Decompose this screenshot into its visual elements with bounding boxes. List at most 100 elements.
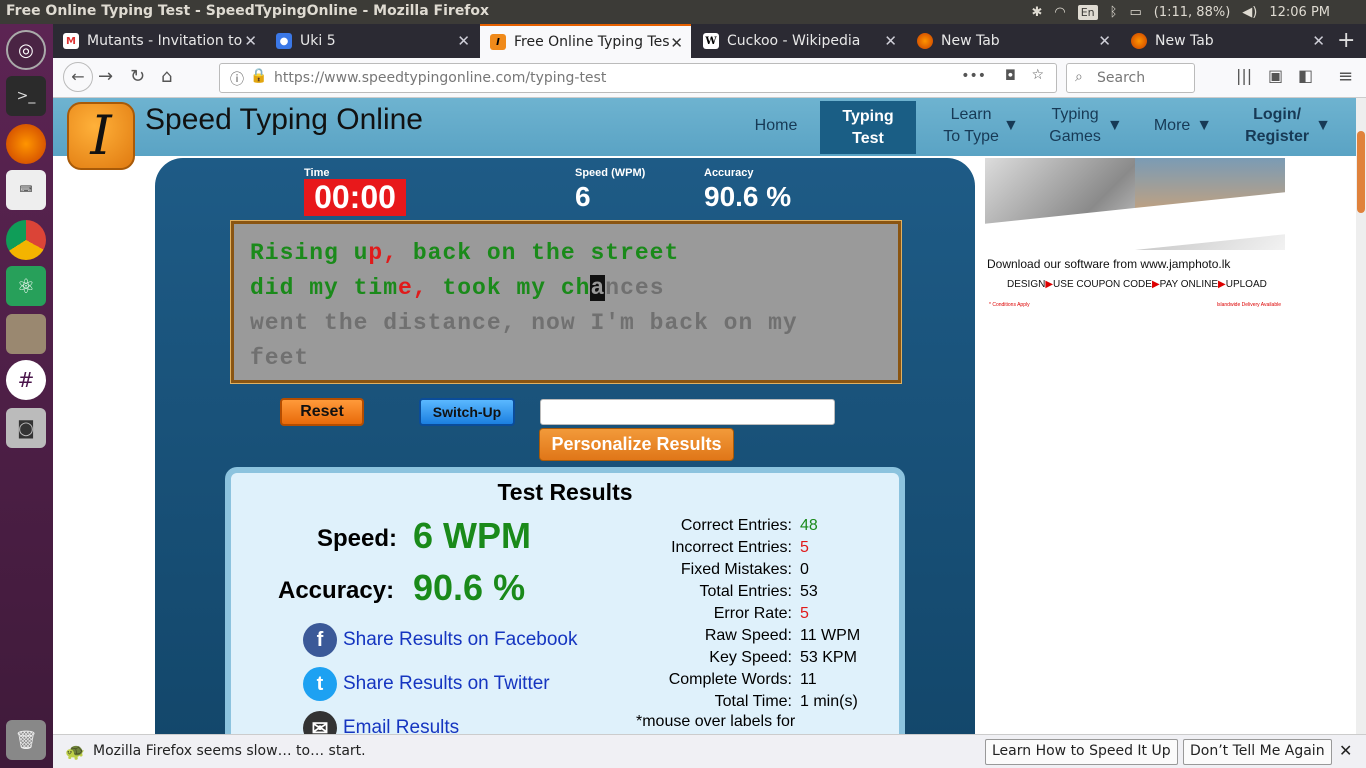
personalize-results-button[interactable]: Personalize Results [539,428,734,461]
close-tab-icon[interactable]: ✕ [884,32,897,50]
dropdown-arrow-icon: ▼ [1196,117,1213,134]
keyboard-app-icon[interactable]: ⌨ [6,170,46,210]
battery-status[interactable]: (1:11, 88%) [1154,5,1231,20]
advertisement[interactable]: Download our software from www.jamphoto.… [985,158,1285,310]
back-arrow-icon[interactable]: ← [63,62,93,92]
tab-gmail[interactable]: M Mutants - Invitation to ✕ [53,24,265,58]
dont-tell-me-again-button[interactable]: Don’t Tell Me Again [1183,739,1332,765]
reload-icon[interactable]: ↻ [130,66,145,87]
nav-typing-test[interactable]: Typing Test [820,101,916,154]
downloads-icon[interactable]: ▣ [1268,66,1283,85]
page-actions-icon[interactable]: ••• [961,68,986,84]
nav-login-register[interactable]: Login/Register ▼ [1243,98,1333,154]
menu-hamburger-icon[interactable]: ≡ [1338,66,1353,87]
name-input[interactable] [540,399,835,425]
firefox-icon [1131,33,1147,49]
firefox-icon[interactable] [6,124,46,164]
tab-new-1[interactable]: New Tab ✕ [907,24,1119,58]
search-placeholder: Search [1097,70,1146,86]
reset-button[interactable]: Reset [280,398,364,426]
stat-label[interactable]: Total Time: [715,693,792,711]
tab-wikipedia[interactable]: W Cuckoo - Wikipedia ✕ [693,24,905,58]
sidebar-icon[interactable]: ◧ [1298,66,1313,85]
chrome-icon[interactable] [6,220,46,260]
close-tab-icon[interactable]: ✕ [244,32,257,50]
close-tab-icon[interactable]: ✕ [1098,32,1111,50]
trash-icon[interactable]: 🗑 [6,720,46,760]
twitter-icon: t [303,667,337,701]
scrollbar-thumb[interactable] [1357,131,1365,213]
nav-more[interactable]: More ▼ [1151,98,1215,154]
stat-value: 5 [800,539,809,556]
library-icon[interactable]: ||| [1236,66,1252,85]
learn-speed-up-button[interactable]: Learn How to Speed It Up [985,739,1178,765]
ad-fine-print-right: Islandwide Delivery Available [1216,302,1281,308]
home-icon[interactable]: ⌂ [161,66,172,87]
window-title: Free Online Typing Test - SpeedTypingOnl… [6,3,490,19]
site-logo[interactable]: I [67,102,135,170]
share-twitter-link[interactable]: t Share Results on Twitter [303,667,550,701]
stat-label[interactable]: Total Entries: [700,583,792,601]
bluetooth-icon[interactable]: ᛒ [1110,5,1118,20]
site-name[interactable]: Speed Typing Online [145,103,423,137]
tab-new-2[interactable]: New Tab ✕ [1121,24,1333,58]
close-tab-icon[interactable]: ✕ [1312,32,1325,50]
search-input[interactable]: ⌕ Search [1066,63,1195,93]
stat-value: 53 [800,583,818,600]
speedtyping-icon: I [490,34,506,50]
lock-icon[interactable]: 🔒 [250,68,267,84]
volume-icon[interactable]: ◀) [1242,5,1257,20]
text-line-3: went the distance, now I'm back on my [250,310,798,336]
files-icon[interactable] [6,314,46,354]
close-notification-icon[interactable]: ✕ [1339,741,1352,760]
email-results-link[interactable]: ✉ Email Results [303,711,459,734]
switch-up-button[interactable]: Switch-Up [419,398,515,426]
clock[interactable]: 12:06 PM [1269,5,1330,20]
nav-typing-games[interactable]: Typing Games ▼ [1046,98,1126,154]
stat-label[interactable]: Incorrect Entries: [671,539,792,557]
stat-label[interactable]: Error Rate: [714,605,792,623]
typing-text-area[interactable]: Rising up, back on the street did my tim… [230,220,902,384]
pocket-icon[interactable]: ◘ [1005,68,1016,84]
stat-row: Fixed Mistakes: 0 [622,561,1022,583]
accuracy-value: 90.6 % [704,181,792,212]
ad-steps: DESIGN▶USE COUPON CODE▶PAY ONLINE▶UPLOAD [1007,279,1267,290]
tab-uki[interactable]: ● Uki 5 ✕ [266,24,478,58]
site-header: I Speed Typing Online Home Typing Test Le… [53,98,1356,170]
share-facebook-link[interactable]: f Share Results on Facebook [303,623,577,657]
tab-typing-test[interactable]: I Free Online Typing Tes ✕ [480,24,691,58]
stat-label[interactable]: Raw Speed: [705,627,792,645]
camera-app-icon[interactable]: ◙ [6,408,46,448]
stat-row: Total Entries: 53 [622,583,1022,605]
stat-row: Total Time: 1 min(s) [622,693,1022,715]
turtle-icon: 🐢 [65,742,85,761]
wifi-icon[interactable]: ◠ [1054,5,1065,20]
results-title: Test Results [497,479,633,505]
firefox-icon [917,33,933,49]
stat-label[interactable]: Key Speed: [709,649,792,667]
url-text[interactable]: https://www.speedtypingonline.com/typing… [274,70,606,86]
bookmark-star-icon[interactable]: ☆ [1031,67,1044,83]
slack-tray-icon[interactable]: ✱ [1031,5,1042,20]
keyboard-layout-indicator[interactable]: En [1077,4,1098,20]
stat-label[interactable]: Correct Entries: [681,517,792,535]
url-bar[interactable]: ⓘ 🔒 https://www.speedtypingonline.com/ty… [219,63,1057,93]
results-speed-value: 6 WPM [413,515,532,556]
stat-label[interactable]: Complete Words: [669,671,792,689]
nav-learn-to-type[interactable]: Learn To Type ▼ [931,98,1031,154]
notification-bar: 🐢 Mozilla Firefox seems slow… to… start.… [53,734,1366,768]
stat-label[interactable]: Fixed Mistakes: [681,561,792,579]
terminal-icon[interactable]: >_ [6,76,46,116]
nav-home[interactable]: Home [741,98,811,154]
close-tab-icon[interactable]: ✕ [457,32,470,50]
atom-icon[interactable]: ⚛ [6,266,46,306]
page-scrollbar[interactable] [1356,98,1366,734]
forward-arrow-icon[interactable]: → [98,66,113,87]
close-tab-icon[interactable]: ✕ [670,34,683,52]
info-icon[interactable]: ⓘ [230,69,244,89]
stat-row: Correct Entries: 48 [622,517,1022,539]
new-tab-plus-icon[interactable]: + [1337,28,1355,53]
battery-icon[interactable]: ▭ [1129,5,1141,20]
ubuntu-dash-icon[interactable]: ◎ [6,30,46,70]
slack-icon[interactable]: # [6,360,46,400]
